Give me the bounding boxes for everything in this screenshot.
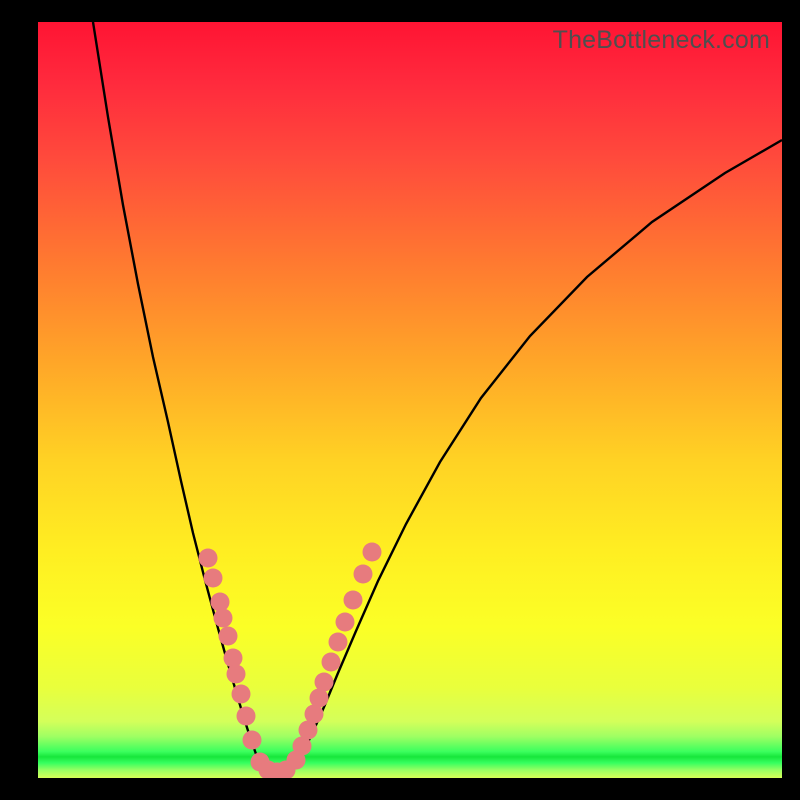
- sample-dot: [322, 653, 341, 672]
- sample-dot: [199, 549, 218, 568]
- sample-dot: [329, 633, 348, 652]
- sample-dot: [204, 569, 223, 588]
- sample-dot: [219, 627, 238, 646]
- sample-dot: [211, 593, 230, 612]
- bottleneck-curve: [38, 22, 782, 778]
- sample-dot: [336, 613, 355, 632]
- chart-frame: TheBottleneck.com: [0, 0, 800, 800]
- sample-dot: [232, 685, 251, 704]
- curve-path: [93, 22, 782, 771]
- sample-dot: [237, 707, 256, 726]
- sample-dot: [344, 591, 363, 610]
- sample-dot: [224, 649, 243, 668]
- sample-dot: [363, 543, 382, 562]
- sample-dot: [354, 565, 373, 584]
- sample-dot: [214, 609, 233, 628]
- plot-area: TheBottleneck.com: [38, 22, 782, 778]
- sample-dots: [199, 543, 382, 779]
- sample-dot: [315, 673, 334, 692]
- sample-dot: [243, 731, 262, 750]
- sample-dot: [227, 665, 246, 684]
